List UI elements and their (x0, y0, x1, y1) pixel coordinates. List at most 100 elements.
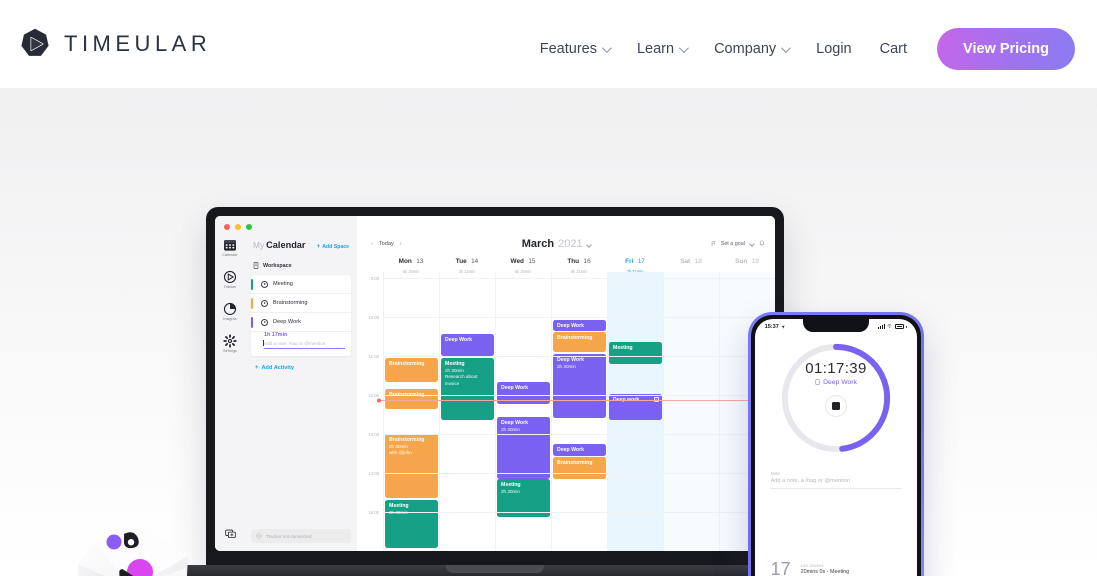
close-icon[interactable] (224, 224, 230, 230)
calendar-event[interactable]: Brainstorming 2h 30min with @john (385, 434, 438, 498)
devices-icon[interactable] (224, 528, 236, 539)
hour-label: 14:00 (368, 471, 379, 476)
set-goal-label: Set a goal (720, 240, 745, 247)
timer-display: 01:17:39 (805, 359, 867, 377)
settings-gear-icon (223, 334, 237, 348)
calendar-event[interactable]: Deep Work (441, 334, 494, 356)
day-header-mon[interactable]: Mon 13 6h 25min (383, 250, 439, 274)
month-label: March (521, 237, 555, 250)
nav-item-company[interactable]: Company (700, 33, 802, 65)
bell-icon[interactable] (759, 240, 765, 247)
stats-block: Last tracked 20mins 0s - Meeting Total t… (801, 560, 904, 576)
current-time-line (379, 400, 775, 401)
calendar-event[interactable]: Meeting (609, 342, 662, 364)
note-input[interactable]: Add a note, #tag or @mention (263, 340, 345, 349)
rail-item-settings[interactable]: Settings (223, 334, 237, 353)
add-space-button[interactable]: + Add Space (317, 244, 349, 250)
calendar-panel: ‹ Today › March 2021 Set a goal Mon 13 6… (357, 216, 775, 551)
calendar-event[interactable]: Deep work✎ (609, 394, 662, 420)
hour-label: 13:00 (368, 432, 379, 437)
activity-color-bar (251, 317, 253, 328)
calendar-event[interactable]: Brainstorming (553, 332, 606, 352)
maximize-icon[interactable] (246, 224, 252, 230)
calendar-event[interactable]: Brainstorming (385, 389, 438, 409)
nav-item-login[interactable]: Login (802, 33, 865, 65)
event-note: invoice (445, 380, 460, 386)
nav-label: Features (539, 41, 597, 57)
calendar-grid: 9:00 10:00 11:00 12:00 13:00 14:00 16:00 Brain… (357, 272, 775, 551)
logo-text: TIMEULAR (64, 31, 212, 56)
nav-item-cart[interactable]: Cart (866, 33, 921, 65)
hour-gridline (383, 473, 775, 474)
play-icon[interactable] (261, 318, 268, 326)
day-title: Thu 16 (567, 258, 591, 265)
battery-tip-icon (906, 325, 908, 328)
app-sidebar-rail: Calendar Tracker Insights Settings (215, 216, 245, 551)
stop-timer-button[interactable] (825, 394, 847, 417)
goal-group[interactable]: Set a goal (711, 240, 765, 247)
logo[interactable]: TIMEULAR (18, 27, 211, 61)
calendar-event[interactable]: Deep Work 2h 30min (497, 417, 550, 479)
rail-item-insights[interactable]: Insights (223, 302, 237, 321)
sidebar-title-calendar: Calendar (266, 240, 306, 250)
hour-label: 11:00 (368, 354, 379, 359)
activity-item-meeting[interactable]: Meeting (251, 275, 351, 294)
calendar-event[interactable]: Meeting2h 30min (385, 500, 438, 548)
sidebar-title-my: My (253, 240, 265, 250)
day-column-tue[interactable]: Deep Work Meeting 2h 30min Research about in… (439, 272, 495, 551)
calendar-event[interactable]: Brainstorming (385, 358, 438, 382)
day-header-thu[interactable]: Thu 16 8h 21min (551, 250, 607, 274)
day-column-thu[interactable]: Deep Work Brainstorming Deep Work 2h 30min D… (551, 272, 607, 551)
calendar-event[interactable]: Deep Work 2h 30min (553, 354, 606, 418)
nav-label: Login (816, 41, 852, 57)
day-column-sat[interactable] (663, 272, 719, 551)
day-header-wed[interactable]: Wed 15 6h 25min (495, 250, 551, 274)
window-controls (224, 224, 252, 230)
timeular-logo-icon (21, 28, 49, 56)
day-column-fri[interactable]: Meeting Deep work✎ (607, 272, 663, 551)
phone-note-field[interactable]: Note Add a note, a #tag or @mention (770, 471, 902, 489)
calendar-event[interactable]: Deep Work (553, 444, 606, 456)
stat-label-last-tracked: Last tracked (800, 563, 824, 569)
minimize-icon[interactable] (235, 224, 241, 230)
chevron-down-icon (601, 42, 612, 53)
day-column-wed[interactable]: Deep Work Deep Work 2h 30min Meeting 2h 30mi… (495, 272, 551, 551)
rail-label: Insights (223, 317, 237, 321)
rail-label: Tracker (223, 285, 237, 289)
hour-label: 16:00 (368, 510, 379, 515)
event-duration: 2h 30min (557, 363, 576, 369)
day-header-sun[interactable]: Sun 19 (719, 250, 775, 272)
rail-label: Settings (223, 349, 237, 353)
landing-page: TIMEULAR Features Learn Company Login Ca… (0, 0, 1097, 576)
activity-item-deep-work[interactable]: Deep Work (251, 313, 351, 332)
workspace-row[interactable]: Workspace (245, 250, 357, 275)
add-activity-button[interactable]: + Add Activity (245, 356, 357, 380)
nav-label: Learn (636, 41, 675, 57)
month-selector[interactable]: March 2021 (402, 238, 711, 250)
workspace-label: Workspace (263, 262, 292, 269)
view-pricing-button[interactable]: View Pricing (937, 28, 1075, 70)
nav-item-learn[interactable]: Learn (623, 33, 700, 65)
calendar-event[interactable]: Deep Work (553, 320, 606, 331)
day-header-tue[interactable]: Tue 14 3h 12min (439, 250, 495, 274)
calendar-event[interactable]: Meeting 2h 30min Research about invoice (441, 358, 494, 420)
workspace-icon (815, 379, 820, 386)
plus-icon: + (255, 365, 259, 371)
today-button[interactable]: Today (379, 241, 394, 247)
day-header-sat[interactable]: Sat 18 (663, 250, 719, 272)
rail-item-calendar[interactable]: Calendar (222, 238, 238, 257)
play-icon[interactable] (261, 299, 268, 307)
event-title: Brainstorming (389, 361, 425, 367)
prev-week-button[interactable]: ‹ (371, 241, 373, 247)
calendar-event[interactable]: Brainstorming (553, 457, 606, 479)
calendar-toolbar: ‹ Today › March 2021 Set a goal (357, 216, 775, 250)
day-column-mon[interactable]: Brainstorming Brainstorming Brainstorming2… (383, 272, 439, 551)
activity-item-brainstorming[interactable]: Brainstorming (251, 294, 351, 313)
stop-icon (832, 401, 840, 410)
tracker-status-bar[interactable]: Tracker not connected (251, 529, 351, 543)
play-icon[interactable] (261, 280, 268, 288)
nav-item-features[interactable]: Features (526, 33, 623, 65)
rail-item-tracker[interactable]: Tracker (223, 270, 237, 289)
day-header-fri[interactable]: Fri 172h 21min (607, 250, 663, 274)
event-title: Deep Work (557, 447, 585, 453)
